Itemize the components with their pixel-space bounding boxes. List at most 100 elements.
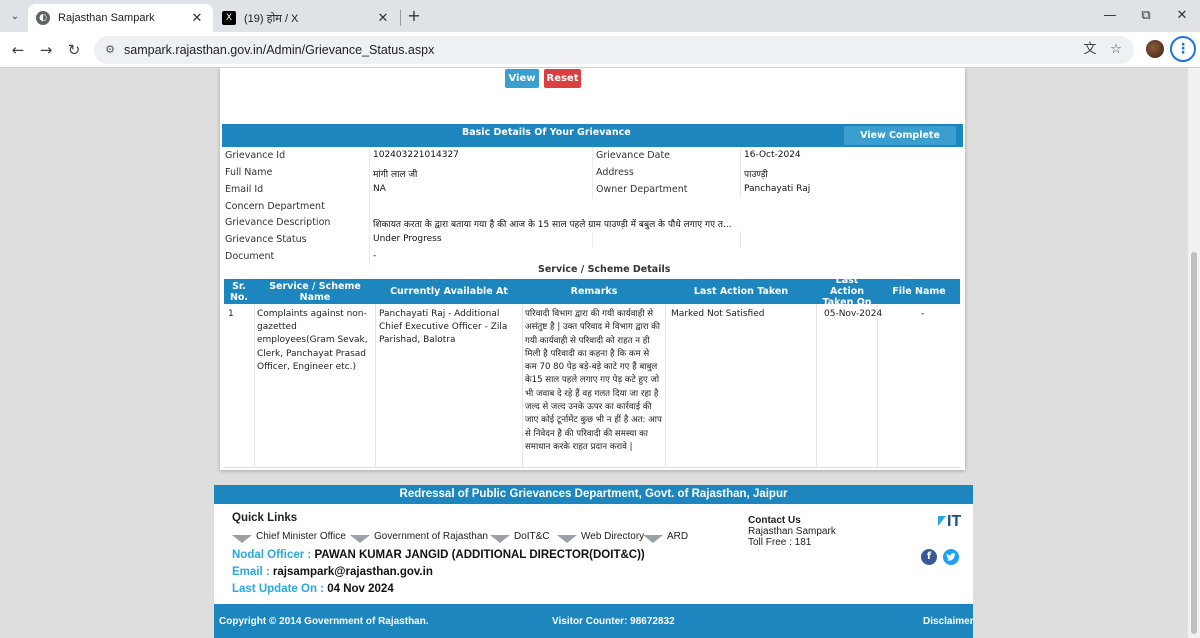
logo-mark-icon [938,516,946,526]
email-label: Email : [232,566,270,578]
reset-button[interactable]: Reset [544,69,581,88]
cell-divider [522,304,523,468]
scrollbar-thumb[interactable] [1191,252,1197,634]
detail-label: Full Name [225,167,273,178]
view-complete-details-button[interactable]: View Complete Details [844,126,956,160]
email-value[interactable]: rajsampark@rajasthan.gov.in [273,566,433,578]
view-button[interactable]: View [505,69,539,88]
star-icon[interactable]: ☆ [1108,42,1124,58]
page-footer: Redressal of Public Grievances Departmen… [214,485,974,638]
disclaimer-link[interactable]: Disclaimer [923,616,974,627]
detail-value: NA [373,184,386,194]
reload-icon[interactable]: ↻ [62,38,86,62]
detail-label: Grievance Date [596,150,671,161]
row-last-action-on: 05-Nov-2024 [824,309,883,319]
detail-row: Concern Department [222,198,963,214]
cell-divider [369,164,370,181]
email-line: Email : rajsampark@rajasthan.gov.in [232,566,433,578]
detail-value: Panchayati Raj [744,184,811,194]
quick-links-title: Quick Links [232,512,298,524]
cell-divider [369,198,370,214]
quick-link-label[interactable]: Chief Minister Office [256,531,346,542]
tab-search-icon[interactable]: ⌄ [4,5,26,27]
cell-divider [369,248,370,265]
forward-arrow-icon[interactable]: → [34,38,58,62]
copyright-text: Copyright © 2014 Government of Rajasthan… [219,616,429,627]
site-info-icon[interactable]: ⚙ [102,42,118,58]
detail-row: Document - [222,248,963,265]
quick-link-cmo[interactable]: Chief Minister Office [232,529,346,543]
col-last-action-on: Last Action Taken On [822,275,872,308]
chevron-down-icon [490,535,510,543]
address-bar[interactable]: ⚙ sampark.rajasthan.gov.in/Admin/Grievan… [94,36,1134,64]
cell-divider [740,164,741,181]
quick-link-doitc[interactable]: DoIT&C [490,529,550,543]
translate-icon[interactable]: 文 [1082,42,1098,58]
contact-toll-free: Toll Free : 181 [748,537,812,548]
tab-title: Rajasthan Sampark [58,12,155,24]
row-file-name: - [921,309,925,319]
detail-label: Grievance Id [225,150,286,161]
chevron-down-icon [557,535,577,543]
nodal-officer-value: PAWAN KUMAR JANGID (ADDITIONAL DIRECTOR(… [314,549,645,561]
chevron-down-icon [643,535,663,543]
quick-link-label[interactable]: DoIT&C [514,531,550,542]
last-update-label: Last Update On : [232,583,325,595]
cell-divider [592,231,593,248]
col-file-name: File Name [892,286,946,297]
close-icon[interactable]: ✕ [189,11,205,26]
visitor-counter: Visitor Counter: 98672832 [552,616,675,627]
detail-row: Grievance Id 102403221014327 Grievance D… [222,147,963,164]
logo-text: IT [947,513,962,530]
grievance-description-value: शिकायत करता के द्वारा बताया गया है की आज… [373,220,732,230]
facebook-icon[interactable]: f [921,549,937,565]
globe-favicon-icon: ◐ [36,11,50,25]
page-scrollbar[interactable] [1188,68,1200,638]
quick-link-web-directory[interactable]: Web Directory [557,529,644,543]
facebook-letter: f [926,551,932,562]
cell-divider [740,231,741,248]
detail-label: Email Id [225,184,264,195]
cell-divider [592,164,593,181]
browser-toolbar: ← → ↻ ⚙ sampark.rajasthan.gov.in/Admin/G… [0,32,1200,68]
row-last-action: Marked Not Satisfied [671,309,765,319]
quick-link-ard[interactable]: ARD [643,529,688,543]
detail-value: मांगी लाल जी [373,170,418,180]
detail-value: 102403221014327 [373,150,459,160]
grievance-status-label: Grievance Status [225,234,307,245]
url-text[interactable]: sampark.rajasthan.gov.in/Admin/Grievance… [124,43,434,57]
row-scheme-name: Complaints against non-gazetted employee… [257,309,368,372]
twitter-bird-icon [946,553,956,561]
window-close-icon[interactable]: ✕ [1172,6,1192,26]
quick-link-label[interactable]: ARD [667,531,688,542]
cell-divider [877,304,878,468]
detail-row: Grievance Status Under Progress [222,231,963,248]
page-viewport: View Reset Basic Details Of Your Grievan… [0,68,1200,638]
cell-divider [592,147,593,164]
grievance-card: View Reset Basic Details Of Your Grievan… [220,68,965,470]
footer-bottom-bar: Copyright © 2014 Government of Rajasthan… [214,604,974,638]
service-details-title: Service / Scheme Details [538,264,671,275]
back-arrow-icon[interactable]: ← [6,38,30,62]
col-remarks: Remarks [570,286,618,297]
avatar[interactable] [1146,40,1164,58]
tab-x-home[interactable]: X (19) होम / X ✕ [214,4,399,32]
restore-icon[interactable]: ⧉ [1136,6,1156,26]
quick-link-gor[interactable]: Government of Rajasthan [350,529,488,543]
detail-row: Email Id NA Owner Department Panchayati … [222,181,963,198]
minimize-icon[interactable]: — [1100,6,1120,26]
cell-divider [369,181,370,198]
basic-details-header: Basic Details Of Your Grievance View Com… [222,124,963,160]
quick-link-label[interactable]: Web Directory [581,531,644,542]
service-table-header: Sr. No. Service / Scheme Name Currently … [224,275,960,308]
detail-value: पाउण्ड़ी [744,170,768,180]
quick-link-label[interactable]: Government of Rajasthan [374,531,488,542]
kebab-menu-icon[interactable]: ⋮ [1170,36,1196,62]
cell-divider [665,304,666,468]
col-sr-no: Sr. No. [229,280,249,303]
cell-divider [369,147,370,164]
plus-icon[interactable]: + [404,6,424,26]
close-icon[interactable]: ✕ [375,11,391,26]
tab-rajasthan-sampark[interactable]: ◐ Rajasthan Sampark ✕ [28,4,213,32]
twitter-icon[interactable] [943,549,959,565]
